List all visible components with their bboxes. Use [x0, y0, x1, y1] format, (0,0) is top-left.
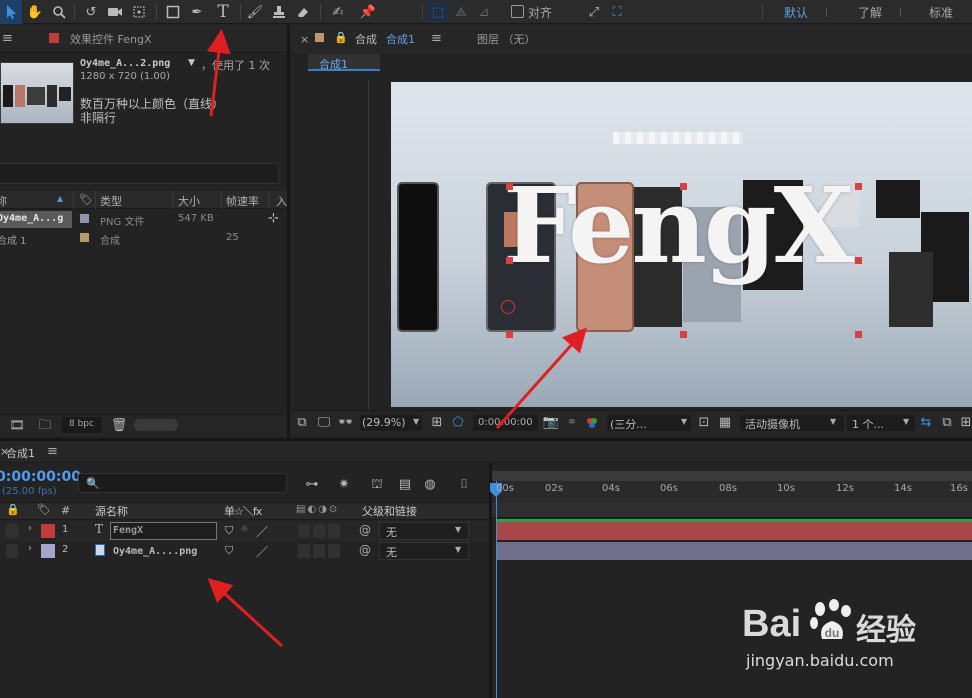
red-arrow-text-tool: [206, 29, 231, 117]
watermark-brand-left: Bai: [742, 603, 802, 645]
svg-text:du: du: [825, 626, 840, 640]
red-arrow-timeline-layer: [207, 577, 284, 648]
red-arrow-text-layer: [495, 327, 588, 430]
annotation-arrows: [206, 29, 588, 648]
baidu-jingyan-watermark: Bai du 经验 jingyan.baidu.com: [742, 597, 972, 677]
watermark-url: jingyan.baidu.com: [746, 651, 894, 670]
after-effects-window: ✋ ↺ ✒ T 🖌 ✍ 📌 ⬚ ⟁ ⊿ 对齐 ⤢ ⛶ 默认 了解 标准 ≡ 效果…: [0, 0, 972, 698]
baidu-paw-logo: du: [808, 599, 856, 643]
watermark-brand-right: 经验: [856, 613, 916, 648]
